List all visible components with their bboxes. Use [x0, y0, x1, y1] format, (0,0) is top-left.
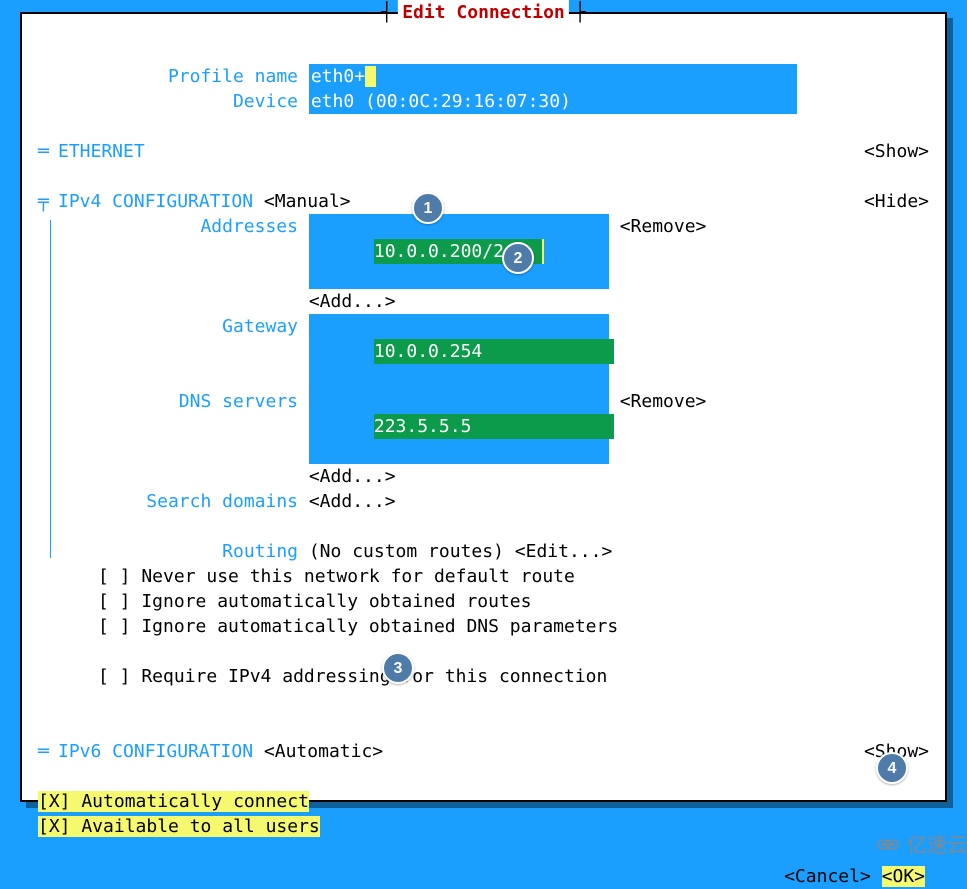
dialog-actions: <Cancel> <OK> — [38, 864, 929, 889]
ipv4-section: ╤ IPv4 CONFIGURATION <Manual> <Hide> — [38, 189, 929, 214]
callout-1: 1 — [412, 192, 444, 224]
watermark-text: 亿速云 — [907, 834, 967, 859]
all-users-checkbox[interactable]: [X] Available to all users — [38, 814, 929, 839]
callout-2: 2 — [502, 242, 534, 274]
ethernet-section-label: ETHERNET — [58, 141, 145, 162]
ipv4-gateway-row: Gateway 10.0.0.254 — [38, 314, 929, 389]
ipv4-address-add-button[interactable]: <Add...> — [309, 289, 396, 314]
edit-connection-dialog: ┤ Edit Connection ├ Profile name eth0+ D… — [20, 12, 947, 802]
ipv4-routing-row: Routing (No custom routes) <Edit...> — [38, 539, 929, 564]
ipv4-routing-edit-button[interactable]: <Edit...> — [515, 539, 613, 564]
profile-name-input[interactable]: eth0+ — [309, 64, 797, 89]
ipv4-dns-label: DNS servers — [38, 389, 298, 414]
dialog-title: Edit Connection — [398, 0, 569, 25]
collapse-icon[interactable]: ═ — [38, 139, 58, 164]
ipv4-cb-require-ipv4[interactable]: [ ] Require IPv4 addressing for this con… — [38, 664, 929, 689]
ipv4-search-row: Search domains <Add...> — [38, 489, 929, 514]
title-frame-right: ├ — [575, 0, 586, 25]
ipv4-hide-button[interactable]: <Hide> — [864, 189, 929, 214]
ipv4-dns-input[interactable]: 223.5.5.5 — [309, 389, 609, 464]
ipv6-mode-button[interactable]: <Automatic> — [264, 741, 383, 762]
ipv4-address-add-row: <Add...> — [38, 289, 929, 314]
title-frame-left: ┤ — [381, 0, 392, 25]
profile-name-row: Profile name eth0+ — [38, 64, 929, 89]
ipv4-address-input[interactable]: 10.0.0.200/24 — [309, 214, 609, 289]
collapse-icon[interactable]: ═ — [38, 739, 58, 764]
ipv4-gateway-label: Gateway — [38, 314, 298, 339]
ipv4-search-add-button[interactable]: <Add...> — [309, 489, 396, 514]
ipv4-mode-button[interactable]: <Manual> — [264, 191, 351, 212]
callout-3: 3 — [382, 652, 414, 684]
watermark-icon — [873, 833, 903, 860]
ipv4-addresses-label: Addresses — [38, 214, 298, 239]
ipv4-addresses-row: Addresses 10.0.0.200/24 <Remove> — [38, 214, 929, 289]
ipv4-dns-add-button[interactable]: <Add...> — [309, 464, 396, 489]
ipv4-search-label: Search domains — [38, 489, 298, 514]
device-input[interactable]: eth0 (00:0C:29:16:07:30) — [309, 89, 797, 114]
watermark: 亿速云 — [873, 833, 967, 860]
ipv4-routing-value: (No custom routes) — [309, 539, 504, 564]
ipv6-section: ═ IPv6 CONFIGURATION <Automatic> <Show> — [38, 739, 929, 764]
ipv4-cb-ignore-routes[interactable]: [ ] Ignore automatically obtained routes — [38, 589, 929, 614]
ipv4-section-label: IPv4 CONFIGURATION — [58, 191, 253, 212]
ipv4-cb-ignore-dns[interactable]: [ ] Ignore automatically obtained DNS pa… — [38, 614, 929, 639]
cancel-button[interactable]: <Cancel> — [784, 866, 871, 887]
device-row: Device eth0 (00:0C:29:16:07:30) — [38, 89, 929, 114]
ipv4-dns-remove-button[interactable]: <Remove> — [620, 389, 707, 414]
ipv4-routing-label: Routing — [38, 539, 298, 564]
expand-icon[interactable]: ╤ — [38, 189, 58, 214]
ethernet-show-button[interactable]: <Show> — [864, 139, 929, 164]
auto-connect-checkbox[interactable]: [X] Automatically connect — [38, 789, 929, 814]
profile-name-label: Profile name — [38, 64, 298, 89]
ipv4-dns-row: DNS servers 223.5.5.5 <Remove> — [38, 389, 929, 464]
ipv6-section-label: IPv6 CONFIGURATION — [58, 741, 253, 762]
ethernet-section: ═ ETHERNET <Show> — [38, 139, 929, 164]
ipv4-gateway-input[interactable]: 10.0.0.254 — [309, 314, 609, 389]
ipv4-cb-default-route[interactable]: [ ] Never use this network for default r… — [38, 564, 929, 589]
ipv4-dns-add-row: <Add...> — [38, 464, 929, 489]
ipv4-address-remove-button[interactable]: <Remove> — [620, 214, 707, 239]
device-label: Device — [38, 89, 298, 114]
callout-4: 4 — [876, 752, 908, 784]
ipv4-tree-line — [50, 220, 51, 558]
dialog-title-bar: ┤ Edit Connection ├ — [381, 0, 585, 25]
ok-button[interactable]: <OK> — [882, 866, 925, 887]
